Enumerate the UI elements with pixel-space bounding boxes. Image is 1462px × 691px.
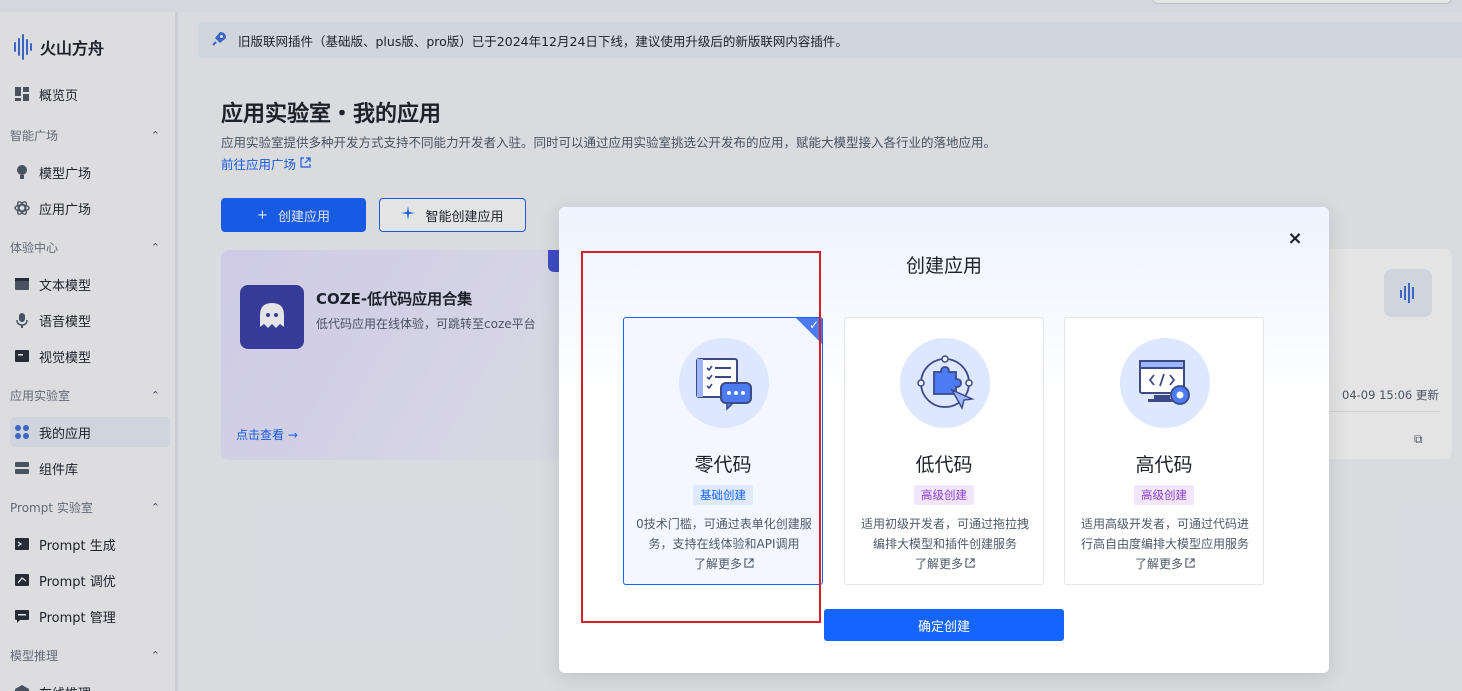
learn-more-label: 了解更多	[1134, 557, 1183, 571]
option-desc-text: 适用高级开发者，可通过代码进行高自由度编排大模型应用服务	[1080, 517, 1249, 551]
option-low-code[interactable]: 低代码 高级创建 适用初级开发者，可通过拖拉拽编排大模型和插件创建服务 了解更多	[844, 317, 1044, 585]
external-link-icon	[1185, 554, 1195, 574]
option-title: 高代码	[1135, 454, 1193, 476]
learn-more-label: 了解更多	[914, 557, 963, 571]
option-description: 适用初级开发者，可通过拖拉拽编排大模型和插件创建服务 了解更多	[857, 514, 1033, 574]
highlight-annotation-box	[581, 251, 821, 623]
option-tag: 高级创建	[1134, 485, 1194, 505]
puzzle-icon	[900, 338, 990, 428]
option-title: 低代码	[915, 454, 973, 476]
option-description: 适用高级开发者，可通过代码进行高自由度编排大模型应用服务 了解更多	[1077, 514, 1253, 574]
code-monitor-icon	[1120, 338, 1210, 428]
confirm-create-button[interactable]: 确定创建	[824, 609, 1064, 641]
option-high-code[interactable]: 高代码 高级创建 适用高级开发者，可通过代码进行高自由度编排大模型应用服务 了解…	[1064, 317, 1264, 585]
option-tag: 高级创建	[914, 485, 974, 505]
external-link-icon	[965, 554, 975, 574]
close-icon[interactable]: ×	[1287, 230, 1303, 248]
learn-more-link[interactable]: 了解更多	[1135, 554, 1195, 574]
learn-more-link[interactable]: 了解更多	[915, 554, 975, 574]
option-desc-text: 适用初级开发者，可通过拖拉拽编排大模型和插件创建服务	[860, 517, 1029, 551]
